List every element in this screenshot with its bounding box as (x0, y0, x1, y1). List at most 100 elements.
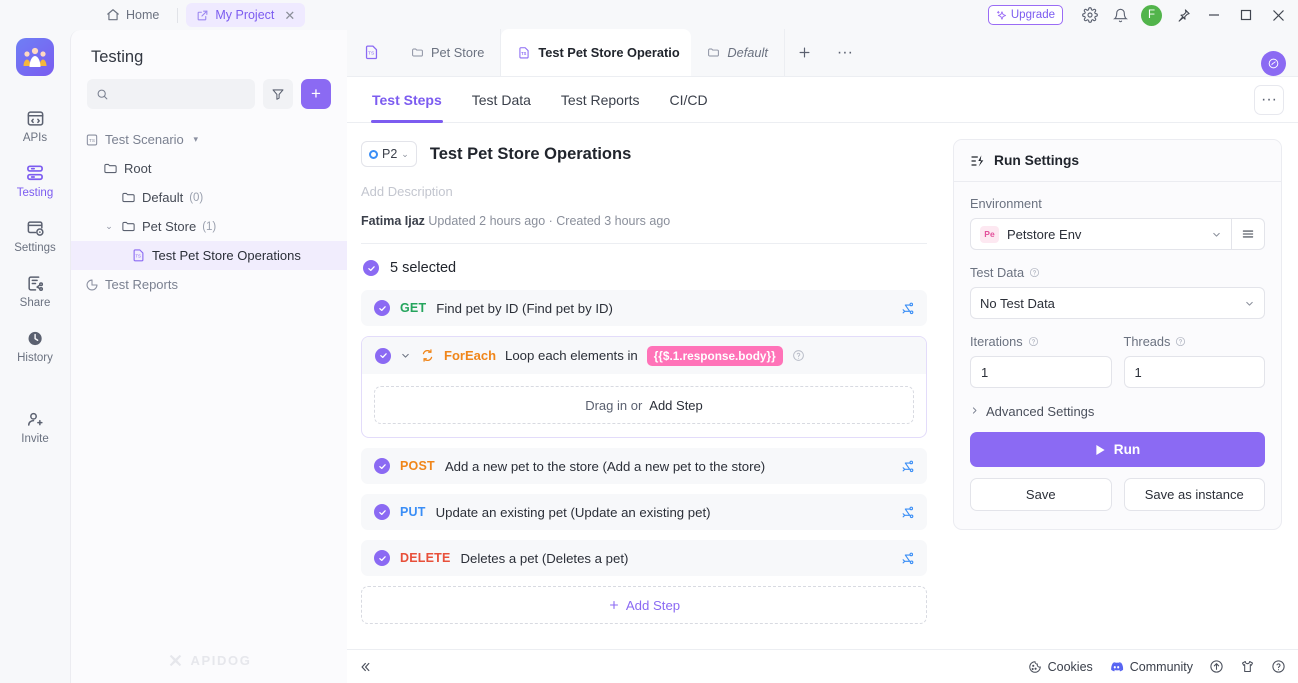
description-placeholder[interactable]: Add Description (361, 184, 927, 199)
project-tab-label: My Project (215, 8, 275, 22)
dropzone-prefix-label: Drag in or (585, 397, 643, 413)
scenario-icon: TS (131, 248, 146, 263)
project-icon (196, 9, 209, 22)
folder-icon (121, 219, 136, 234)
chevron-down-icon[interactable]: ▾ (190, 134, 202, 145)
help-icon[interactable] (1028, 336, 1039, 347)
test-step-row[interactable]: PUT Update an existing pet (Update an ex… (361, 494, 927, 530)
tree-root-test-scenario[interactable]: TS Test Scenario ▾ (71, 125, 347, 154)
help-icon[interactable] (1029, 267, 1040, 278)
upload-button[interactable] (1209, 659, 1224, 674)
tree-item-pet-store[interactable]: ⌄ Pet Store (1) (71, 212, 347, 241)
chevron-down-icon[interactable]: ⌄ (103, 221, 115, 232)
settings-icon (26, 217, 45, 239)
tab-test-pet-store-operations[interactable]: TS Test Pet Store Operatio (501, 29, 692, 76)
dropzone-add-step-link[interactable]: Add Step (649, 398, 703, 413)
step-link-icon[interactable] (900, 301, 915, 316)
project-tab[interactable]: My Project ✕ (186, 3, 306, 27)
tree-label: Test Reports (105, 277, 178, 292)
tree-item-test-pet-store-operations[interactable]: TS Test Pet Store Operations (71, 241, 347, 270)
help-icon[interactable] (792, 349, 805, 362)
step-checkbox[interactable] (374, 504, 390, 520)
help-button[interactable] (1271, 659, 1286, 674)
search-box[interactable] (87, 79, 255, 109)
foreach-loop-header[interactable]: ForEach Loop each elements in {{$.1.resp… (362, 337, 926, 374)
chevron-down-icon[interactable] (400, 350, 411, 361)
collapse-sidebar-button[interactable] (347, 650, 383, 683)
tabs-more-button[interactable]: ··· (825, 29, 865, 76)
environment-manage-button[interactable] (1232, 218, 1265, 250)
sidebar-item-label: Share (19, 297, 51, 309)
step-checkbox[interactable] (374, 300, 390, 316)
step-link-icon[interactable] (900, 459, 915, 474)
run-button[interactable]: Run (970, 432, 1265, 467)
author-name: Fatima Ijaz (361, 214, 425, 228)
foreach-variable-pill[interactable]: {{$.1.response.body}} (646, 345, 783, 366)
app-body: APIs Testing Settings Share History Invi… (0, 29, 1298, 683)
upgrade-label: Upgrade (1010, 9, 1055, 21)
save-button[interactable]: Save (970, 478, 1112, 511)
step-link-icon[interactable] (900, 505, 915, 520)
tree-item-default[interactable]: Default (0) (71, 183, 347, 212)
document-tabs: TS Pet Store TS Test Pet Store Operatio (347, 29, 1298, 77)
user-avatar[interactable]: F (1141, 4, 1162, 26)
step-checkbox[interactable] (374, 458, 390, 474)
sidebar-item-apis[interactable]: APIs (0, 98, 70, 153)
collaboration-avatar[interactable] (1261, 51, 1286, 76)
community-button[interactable]: Community (1109, 659, 1193, 674)
sidebar-item-testing[interactable]: Testing (0, 153, 70, 208)
test-step-row[interactable]: DELETE Deletes a pet (Deletes a pet) (361, 540, 927, 576)
step-link-icon[interactable] (900, 551, 915, 566)
new-tab-button[interactable] (785, 29, 825, 76)
tab-pet-store[interactable]: Pet Store (395, 29, 502, 76)
sidebar-item-settings[interactable]: Settings (0, 208, 70, 263)
help-icon[interactable] (1175, 336, 1186, 347)
test-data-select[interactable]: No Test Data (970, 287, 1265, 319)
iterations-input[interactable]: 1 (970, 356, 1112, 388)
test-data-label: Test Data (970, 265, 1025, 280)
tab-default[interactable]: Default (691, 29, 785, 76)
upgrade-button[interactable]: Upgrade (987, 5, 1063, 25)
tab-test-steps[interactable]: Test Steps (357, 77, 457, 123)
pin-icon (1176, 8, 1191, 23)
home-tab[interactable]: Home (96, 3, 169, 27)
cookie-icon (1028, 660, 1042, 674)
step-checkbox[interactable] (375, 347, 391, 364)
sidebar-item-share[interactable]: Share (0, 263, 70, 318)
notifications-button[interactable] (1105, 0, 1135, 30)
sidebar-item-history[interactable]: History (0, 318, 70, 373)
test-step-row[interactable]: POST Add a new pet to the store (Add a n… (361, 448, 927, 484)
sidebar-item-invite[interactable]: Invite (0, 399, 70, 454)
selected-count-label: 5 selected (390, 260, 457, 276)
search-input[interactable] (116, 87, 246, 101)
tree-item-test-reports[interactable]: Test Reports (71, 270, 347, 299)
tab-cicd[interactable]: CI/CD (655, 77, 723, 123)
close-window-button[interactable] (1262, 0, 1294, 30)
add-scenario-button[interactable]: + (301, 79, 331, 109)
step-name-label: Find pet by ID (Find pet by ID) (436, 300, 613, 316)
maximize-button[interactable] (1230, 0, 1262, 30)
run-settings-body: Environment Pe Petstore Env Test Data No… (954, 182, 1281, 529)
filter-button[interactable] (263, 79, 293, 109)
save-as-instance-button[interactable]: Save as instance (1123, 478, 1265, 511)
select-all-checkbox[interactable] (363, 260, 379, 276)
scenario-more-button[interactable]: ··· (1254, 84, 1284, 115)
priority-selector[interactable]: P2 ⌄ (361, 141, 417, 167)
loop-dropzone[interactable]: Drag in or Add Step (374, 386, 914, 424)
close-icon[interactable]: ✕ (284, 9, 295, 22)
add-step-button[interactable]: Add Step (361, 586, 927, 624)
environment-select[interactable]: Pe Petstore Env (970, 218, 1232, 250)
settings-gear-button[interactable] (1075, 0, 1105, 30)
pin-button[interactable] (1168, 0, 1198, 30)
step-checkbox[interactable] (374, 550, 390, 566)
shirt-button[interactable] (1240, 659, 1255, 674)
test-step-row[interactable]: GET Find pet by ID (Find pet by ID) (361, 290, 927, 326)
cookies-button[interactable]: Cookies (1028, 660, 1093, 674)
tree-item-root[interactable]: Root (71, 154, 347, 183)
tab-test-data[interactable]: Test Data (457, 77, 546, 123)
environment-badge: Pe (980, 225, 999, 243)
threads-input[interactable]: 1 (1123, 356, 1265, 388)
advanced-settings-toggle[interactable]: Advanced Settings (970, 404, 1265, 419)
tab-test-reports[interactable]: Test Reports (546, 77, 655, 123)
minimize-button[interactable] (1198, 0, 1230, 30)
